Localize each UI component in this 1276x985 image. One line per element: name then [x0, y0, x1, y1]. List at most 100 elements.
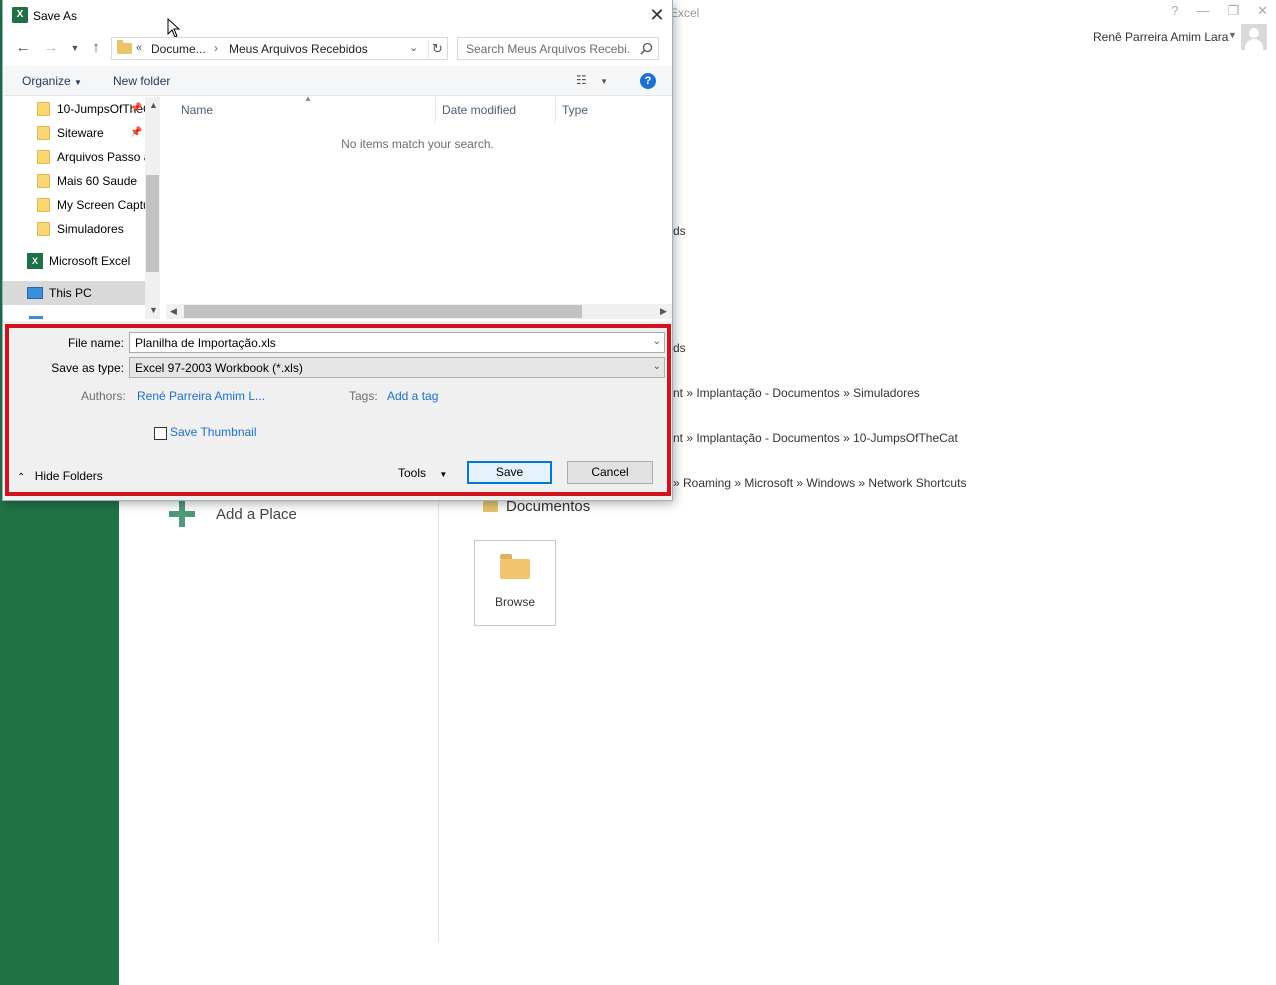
recent-item-fragment[interactable]: nt » Implantação - Documentos » Simulado…: [673, 386, 920, 400]
documents-heading-label: Documentos: [506, 498, 591, 515]
nav-item-label: Microsoft Excel: [49, 254, 131, 268]
chevron-up-icon: ⌃: [17, 472, 26, 483]
browse-button[interactable]: Browse: [474, 540, 556, 626]
folder-icon: [37, 174, 50, 188]
browse-label: Browse: [494, 595, 535, 609]
refresh-icon[interactable]: ↻: [428, 40, 446, 58]
save-button[interactable]: Save: [467, 461, 552, 484]
scroll-right-icon[interactable]: ▶: [660, 306, 667, 317]
recent-item-fragment[interactable]: » Roaming » Microsoft » Windows » Networ…: [673, 476, 966, 490]
window-controls: ? — ❐ ✕: [1171, 3, 1268, 19]
nav-item-folder[interactable]: My Screen Captures: [3, 194, 145, 216]
pin-icon: 📌: [130, 127, 143, 138]
dialog-toolbar: Organize ▼ New folder ☷ ▼ ?: [3, 66, 672, 96]
network-icon: [29, 316, 43, 319]
folder-icon: [37, 222, 50, 236]
nav-item-folder[interactable]: 10-JumpsOfTheCat: [3, 98, 145, 120]
column-separator[interactable]: [435, 97, 436, 123]
authors-value[interactable]: René Parreira Amim L...: [137, 389, 265, 403]
organize-label: Organize: [22, 74, 71, 88]
address-bar[interactable]: « Docume... › Meus Arquivos Recebidos ⌄ …: [111, 37, 448, 60]
chevron-down-icon[interactable]: ⌄: [653, 361, 661, 372]
recent-item-fragment[interactable]: ds: [673, 224, 686, 238]
avatar[interactable]: [1241, 24, 1267, 50]
nav-item-folder[interactable]: Arquivos Passo a Passo: [3, 146, 145, 168]
file-name-value[interactable]: Planilha de Importação.xls: [135, 336, 276, 350]
dialog-titlebar[interactable]: X Save As ✕: [3, 0, 672, 38]
nav-item-folder[interactable]: Simuladores: [3, 218, 145, 240]
nav-item-folder[interactable]: Siteware: [3, 122, 145, 144]
file-name-label: File name:: [67, 336, 124, 350]
restore-button[interactable]: ❐: [1227, 3, 1239, 19]
add-a-place-button[interactable]: Add a Place: [168, 500, 297, 528]
chevron-down-icon: ▼: [600, 77, 609, 86]
view-details-icon: ☷: [576, 73, 587, 87]
scroll-up-icon[interactable]: ▲: [149, 100, 158, 110]
help-icon[interactable]: ?: [640, 73, 656, 89]
backstage-divider: [438, 500, 439, 942]
address-dropdown-chevron-down-icon[interactable]: ⌄: [409, 41, 418, 54]
column-header-type[interactable]: Type: [562, 103, 588, 117]
back-arrow-icon[interactable]: ←: [13, 37, 33, 59]
breadcrumb-documents[interactable]: Docume...: [151, 42, 206, 56]
chevron-down-icon: ▼: [439, 470, 448, 479]
horizontal-scrollbar[interactable]: ◀ ▶: [166, 304, 672, 319]
close-window-button[interactable]: ✕: [1257, 3, 1268, 19]
search-icon[interactable]: [640, 42, 653, 55]
navigation-pane: 10-JumpsOfTheCat 📌 Siteware 📌 Arquivos P…: [3, 97, 160, 319]
recent-locations-chevron-down-icon[interactable]: ▼: [65, 37, 85, 59]
documents-heading: Documentos: [483, 498, 590, 515]
search-box[interactable]: [457, 37, 659, 60]
pin-icon: 📌: [130, 103, 143, 114]
breadcrumb-separator[interactable]: ›: [214, 41, 218, 55]
close-icon[interactable]: ✕: [647, 5, 667, 25]
nav-item-label: Simuladores: [57, 222, 124, 236]
nav-item-label: This PC: [49, 286, 92, 300]
folder-icon: [37, 198, 50, 212]
address-overflow-chevron[interactable]: «: [136, 42, 142, 54]
search-input[interactable]: [458, 38, 638, 59]
save-thumbnail-label[interactable]: Save Thumbnail: [170, 425, 257, 439]
recent-item-fragment[interactable]: ds: [673, 341, 686, 355]
column-header-name[interactable]: Name: [181, 103, 213, 117]
breadcrumb-current-folder[interactable]: Meus Arquivos Recebidos: [229, 42, 368, 56]
cancel-button[interactable]: Cancel: [567, 461, 653, 484]
user-menu-caret-icon[interactable]: ▼: [1228, 30, 1237, 40]
organize-button[interactable]: Organize ▼: [22, 74, 82, 88]
nav-item-label: Siteware: [57, 126, 104, 140]
hide-folders-button[interactable]: ⌃ Hide Folders: [17, 469, 103, 483]
tags-value[interactable]: Add a tag: [387, 389, 438, 403]
open-folder-icon: [500, 554, 530, 579]
save-thumbnail-checkbox[interactable]: [154, 427, 167, 440]
app-title: Excel: [670, 6, 700, 20]
save-form: File name: Planilha de Importação.xls ⌄ …: [3, 321, 672, 500]
chevron-down-icon[interactable]: ⌄: [653, 336, 661, 347]
save-as-type-select[interactable]: Excel 97-2003 Workbook (*.xls) ⌄: [129, 357, 665, 378]
scroll-left-icon[interactable]: ◀: [170, 306, 177, 317]
up-arrow-icon[interactable]: ↑: [86, 37, 106, 59]
save-as-dialog: X Save As ✕ ← → ▼ ↑ « Docume... › Meus A…: [3, 0, 672, 500]
tools-button[interactable]: Tools ▼: [398, 466, 447, 480]
empty-message: No items match your search.: [341, 137, 494, 151]
nav-scrollbar-thumb[interactable]: [146, 175, 159, 272]
folder-icon: [37, 102, 50, 116]
chevron-down-icon: ▼: [74, 78, 82, 87]
column-header-date-modified[interactable]: Date modified: [442, 103, 516, 117]
nav-item-this-pc[interactable]: This PC: [3, 281, 145, 305]
scroll-down-icon[interactable]: ▼: [149, 305, 158, 315]
change-view-button[interactable]: ☷ ▼: [576, 73, 608, 87]
help-button[interactable]: ?: [1171, 3, 1178, 19]
file-name-field[interactable]: Planilha de Importação.xls ⌄: [129, 332, 665, 353]
nav-item-microsoft-excel[interactable]: X Microsoft Excel: [3, 250, 145, 272]
new-folder-button[interactable]: New folder: [113, 74, 170, 88]
user-name[interactable]: Renê Parreira Amim Lara: [1093, 30, 1228, 44]
nav-item-folder[interactable]: Mais 60 Saude: [3, 170, 145, 192]
folder-icon: [117, 40, 132, 54]
recent-item-fragment[interactable]: nt » Implantação - Documentos » 10-Jumps…: [673, 431, 958, 445]
minimize-button[interactable]: —: [1196, 3, 1209, 19]
nav-item-label: Arquivos Passo a Passo: [57, 150, 145, 164]
save-as-type-value: Excel 97-2003 Workbook (*.xls): [135, 361, 303, 375]
column-separator[interactable]: [555, 97, 556, 123]
horizontal-scrollbar-thumb[interactable]: [184, 305, 582, 318]
forward-arrow-icon[interactable]: →: [41, 37, 61, 59]
